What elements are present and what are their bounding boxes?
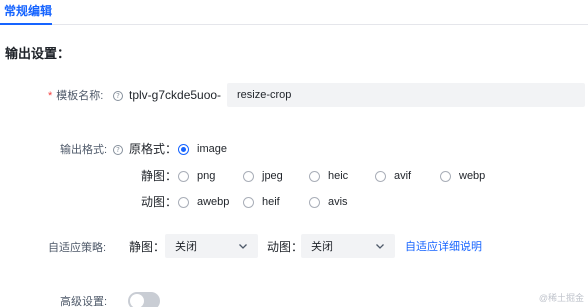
radio-dot bbox=[309, 196, 320, 208]
radio-png[interactable]: png bbox=[178, 170, 215, 182]
tab-bar: 常规编辑 bbox=[0, 0, 588, 25]
section-title-output-settings: 输出设置： bbox=[5, 46, 71, 61]
adaptive-static-label: 静图： bbox=[129, 240, 166, 254]
radio-dot bbox=[375, 170, 386, 182]
radio-dot bbox=[309, 170, 320, 182]
template-name-label: * 模板名称: bbox=[48, 90, 104, 102]
radio-jpeg[interactable]: jpeg bbox=[243, 170, 283, 182]
tab-general-edit[interactable]: 常规编辑 bbox=[4, 4, 52, 18]
radio-heif[interactable]: heif bbox=[243, 196, 280, 208]
template-name-input[interactable] bbox=[227, 83, 585, 107]
radio-avif[interactable]: avif bbox=[375, 170, 411, 182]
chevron-down-icon bbox=[376, 244, 384, 249]
radio-avis[interactable]: avis bbox=[309, 196, 348, 208]
required-asterisk: * bbox=[48, 90, 53, 102]
static-format-label: 静图： bbox=[141, 169, 178, 183]
radio-webp[interactable]: webp bbox=[440, 170, 485, 182]
radio-dot bbox=[243, 170, 254, 182]
help-icon[interactable]: ? bbox=[113, 145, 123, 155]
adaptive-strategy-label: 自适应策略: bbox=[48, 242, 107, 254]
template-name-prefix: tplv-g7ckde5uoo- bbox=[129, 88, 222, 102]
adaptive-static-select[interactable]: 关闭 bbox=[165, 234, 258, 258]
adaptive-animated-select[interactable]: 关闭 bbox=[301, 234, 395, 258]
tab-active-indicator bbox=[0, 23, 52, 25]
output-format-label: 输出格式: bbox=[60, 144, 108, 156]
advanced-settings-label: 高级设置: bbox=[60, 296, 108, 307]
radio-awebp[interactable]: awebp bbox=[178, 196, 229, 208]
radio-dot bbox=[178, 196, 189, 208]
advanced-settings-toggle[interactable] bbox=[128, 292, 160, 307]
radio-dot bbox=[243, 196, 254, 208]
animated-format-label: 动图： bbox=[141, 195, 178, 209]
adaptive-animated-label: 动图： bbox=[267, 240, 304, 254]
help-icon[interactable]: ? bbox=[113, 91, 123, 101]
adaptive-details-link[interactable]: 自适应详细说明 bbox=[405, 240, 482, 254]
original-format-label: 原格式： bbox=[129, 142, 178, 156]
chevron-down-icon bbox=[239, 244, 247, 249]
radio-image[interactable]: image bbox=[178, 143, 227, 155]
radio-dot bbox=[440, 170, 451, 182]
radio-heic[interactable]: heic bbox=[309, 170, 348, 182]
radio-dot bbox=[178, 170, 189, 182]
toggle-knob bbox=[130, 294, 144, 307]
radio-dot bbox=[178, 143, 189, 155]
watermark-text: @稀土掘金 bbox=[538, 293, 584, 303]
